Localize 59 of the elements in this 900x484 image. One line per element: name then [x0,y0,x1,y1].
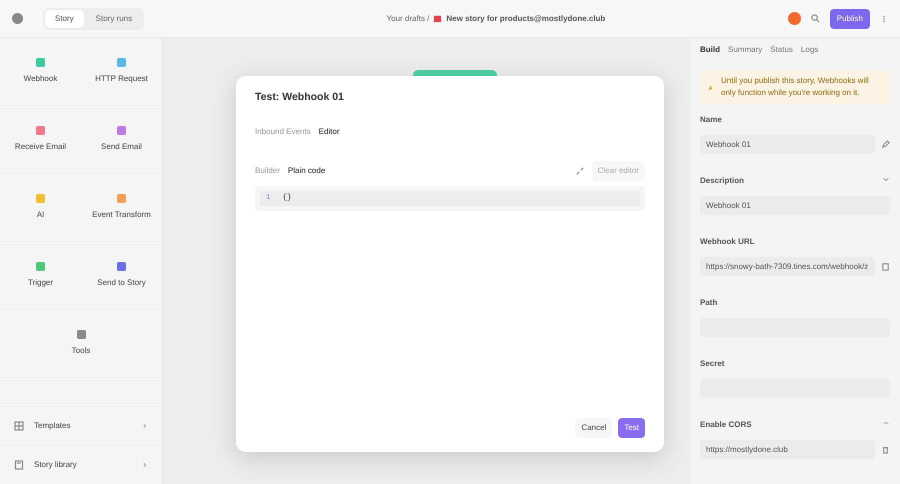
field-label: Secret [700,358,724,370]
tool-label: Trigger [28,277,54,289]
grid-icon [14,421,24,431]
panel-tab[interactable]: Logs [800,44,818,56]
tool-label: HTTP Request [95,73,148,85]
tool-label: Send to Story [97,277,146,289]
field-label: Name [700,114,722,126]
chevron-right-icon [142,461,148,469]
tool-tile[interactable]: Send to Story [81,242,162,310]
field-label: Webhook URL [700,236,755,248]
dialog-tab[interactable]: Editor [318,126,340,138]
tool-tile[interactable]: Trigger [0,242,81,310]
more-icon [880,14,888,24]
tool-tile[interactable]: Receive Email [0,106,81,174]
chevron-right-icon [142,422,148,430]
text-field[interactable]: https://mostlydone.club [700,440,875,459]
field-label: Description [700,175,744,187]
panel-tab[interactable]: Status [770,44,793,56]
tool-label: Webhook [24,73,58,85]
mode-tab[interactable]: Plain code [288,164,326,177]
text-field[interactable]: Webhook 01 [700,196,890,215]
trash-icon [881,445,890,454]
dialog-title: Test: Webhook 01 [255,90,345,105]
warning-text: Until you publish this story, Webhooks will only function while you're working on it. [721,75,870,99]
panel-tab[interactable]: Summary [728,44,762,56]
view-tab[interactable]: Story runs [86,10,142,28]
edit-icon [881,140,890,149]
calendar-icon [433,14,442,23]
logo-icon[interactable] [12,13,23,24]
publish-button[interactable]: Publish [830,8,870,28]
tool-tile[interactable]: Event Transform [81,174,162,242]
avatar[interactable] [788,12,801,25]
panel-tab[interactable]: Build [700,44,720,56]
tool-label: Tools [72,345,90,357]
book-icon [14,460,24,470]
tool-label: Event Transform [92,209,151,221]
sidebar-link[interactable]: Templates [0,406,162,445]
search-icon [810,14,820,23]
tool-tile[interactable]: Webhook [0,38,81,106]
cancel-button[interactable]: Cancel [575,418,612,438]
tool-tile[interactable]: AI [0,174,81,242]
story-title: New story for products@mostlydone.club [446,12,606,24]
copy-icon [881,262,890,271]
tool-label: Receive Email [14,141,66,153]
chevron-down-icon [882,175,890,183]
tool-tile[interactable]: Tools [0,310,162,378]
text-field[interactable]: Webhook 01 [700,135,875,154]
view-tab[interactable]: Story [45,10,84,28]
text-field[interactable]: https://snowy-bath-7309.tines.com/webhook/z [700,257,875,276]
test-button[interactable]: Test [618,418,645,438]
field-label: Path [700,297,718,309]
tool-tile[interactable]: Send Email [81,106,162,174]
expand-icon [576,166,584,175]
tool-label: AI [36,209,44,221]
field-label: Enable CORS [700,419,752,431]
breadcrumb-link[interactable]: Your drafts / [386,12,430,24]
tool-label: Send Email [101,141,142,153]
sidebar-link[interactable]: Story library [0,445,162,484]
tool-tile[interactable]: HTTP Request [81,38,162,106]
